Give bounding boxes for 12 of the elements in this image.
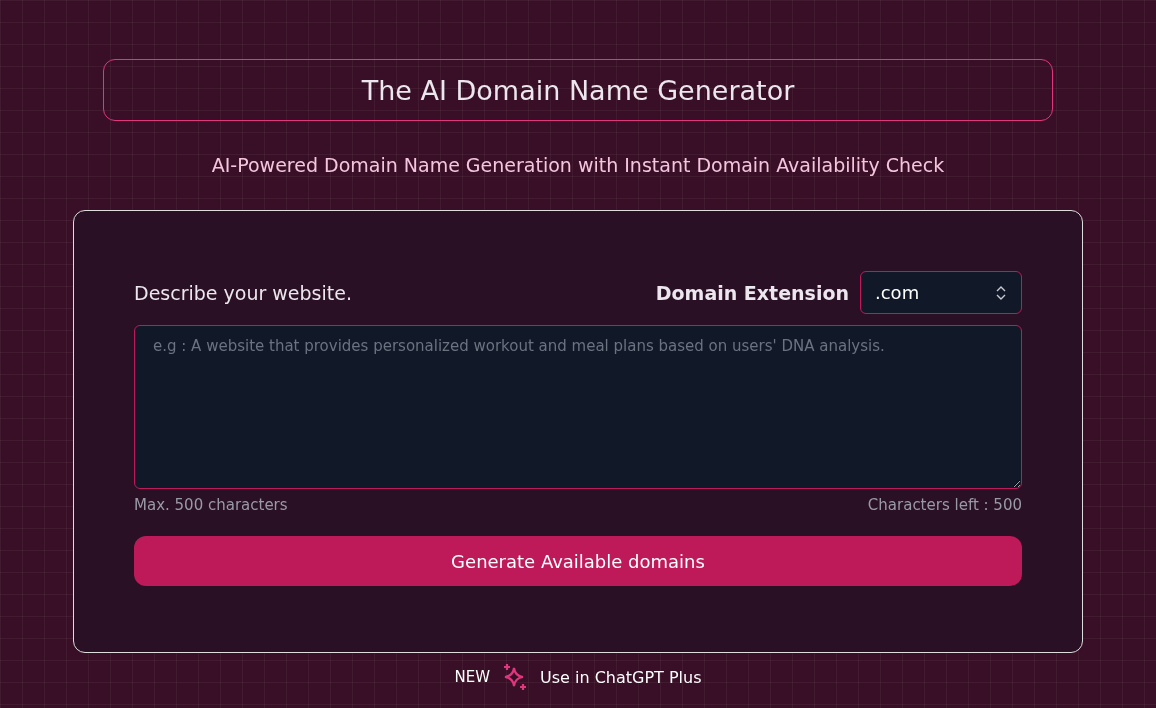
sparkle-icon bbox=[502, 663, 528, 691]
generate-button[interactable]: Generate Available domains bbox=[134, 536, 1022, 586]
max-note: Max. 500 characters bbox=[134, 496, 288, 514]
chatgpt-link[interactable]: Use in ChatGPT Plus bbox=[540, 667, 702, 687]
extension-label: Domain Extension bbox=[655, 281, 849, 304]
description-field[interactable]: e.g : A website that provides personalized workout and meal plans based on users' DNA analysis. bbox=[134, 325, 1022, 489]
description-label: Describe your website. bbox=[134, 281, 352, 304]
subtitle: AI-Powered Domain Name Generation with Instant Domain Availability Check bbox=[211, 154, 945, 176]
page-title: The AI Domain Name Generator bbox=[361, 74, 795, 106]
new-label: NEW bbox=[454, 668, 490, 686]
extension-select[interactable]: .com bbox=[860, 271, 1022, 314]
character-counter: Characters left : 500 bbox=[867, 496, 1022, 514]
